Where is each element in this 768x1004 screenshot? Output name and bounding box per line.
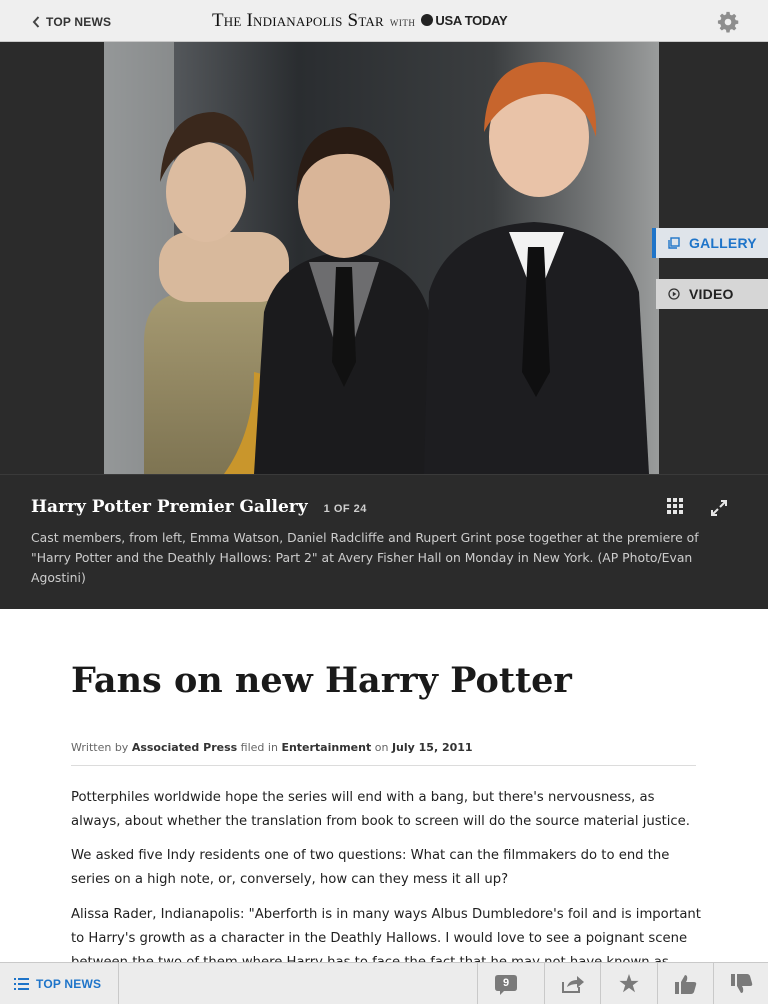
grid-icon[interactable] [667, 498, 683, 514]
gallery-photo[interactable] [104, 42, 659, 474]
usa-today-dot-icon [421, 14, 434, 26]
share-button[interactable] [544, 963, 601, 1004]
back-label: TOP NEWS [46, 15, 112, 29]
tab-video-label: VIDEO [689, 286, 734, 302]
gallery-photo-image [104, 42, 659, 474]
comment-count: 9 [502, 976, 510, 989]
masthead-logo: The Indianapolis Star WITH USA TODAY [212, 10, 508, 32]
article-paragraph: Potterphiles worldwide hope the series w… [71, 790, 690, 829]
expand-icon[interactable] [710, 499, 728, 517]
dislike-button[interactable] [713, 963, 768, 1004]
gallery-title: Harry Potter Premier Gallery [31, 497, 308, 517]
top-news-label: TOP NEWS [36, 976, 102, 991]
gallery-counter: 1 OF 24 [323, 503, 367, 515]
top-bar: TOP NEWS The Indianapolis Star WITH USA … [0, 0, 768, 42]
gallery-caption: Harry Potter Premier Gallery 1 OF 24 Cas… [0, 474, 768, 609]
tab-gallery[interactable]: GALLERY [652, 228, 768, 258]
byline-filed: filed in [240, 741, 278, 754]
article-paragraph: We asked five Indy residents one of two … [71, 848, 670, 887]
list-icon [14, 977, 29, 990]
chevron-left-icon [32, 16, 40, 28]
byline-section[interactable]: Entertainment [281, 741, 371, 754]
tab-gallery-label: GALLERY [689, 235, 757, 251]
gear-icon[interactable] [717, 11, 739, 33]
article-screen: TOP NEWS The Indianapolis Star WITH USA … [0, 0, 768, 1004]
caption-text: Cast members, from left, Emma Watson, Da… [31, 530, 699, 585]
like-button[interactable] [657, 963, 714, 1004]
thumbs-up-icon [675, 974, 697, 994]
gallery-icon [668, 237, 680, 249]
favorite-button[interactable] [600, 963, 657, 1004]
tab-video[interactable]: VIDEO [656, 279, 768, 309]
masthead-title: The Indianapolis Star [212, 10, 384, 31]
article-headline: Fans on new Harry Potter [71, 660, 572, 701]
byline-author[interactable]: Associated Press [132, 741, 237, 754]
masthead-with: WITH [389, 18, 416, 28]
byline: Written by Associated Press filed in Ent… [71, 741, 696, 766]
bottom-toolbar: TOP NEWS 9 [0, 962, 768, 1004]
share-icon [562, 975, 584, 993]
star-icon [619, 974, 639, 993]
masthead-partner: USA TODAY [421, 12, 508, 28]
byline-written: Written by [71, 741, 129, 754]
comments-icon: 9 [495, 974, 517, 995]
comments-button[interactable]: 9 [477, 963, 534, 1004]
masthead-partner-label: USA TODAY [435, 12, 508, 28]
top-news-button[interactable]: TOP NEWS [0, 963, 119, 1004]
gallery-stage: GALLERY VIDEO [0, 42, 768, 474]
caption-title-row: Harry Potter Premier Gallery 1 OF 24 [31, 497, 367, 517]
play-icon [668, 288, 680, 300]
back-button[interactable]: TOP NEWS [32, 13, 111, 31]
byline-date: July 15, 2011 [391, 741, 473, 754]
thumbs-down-icon [731, 973, 753, 993]
byline-on: on [374, 741, 389, 754]
